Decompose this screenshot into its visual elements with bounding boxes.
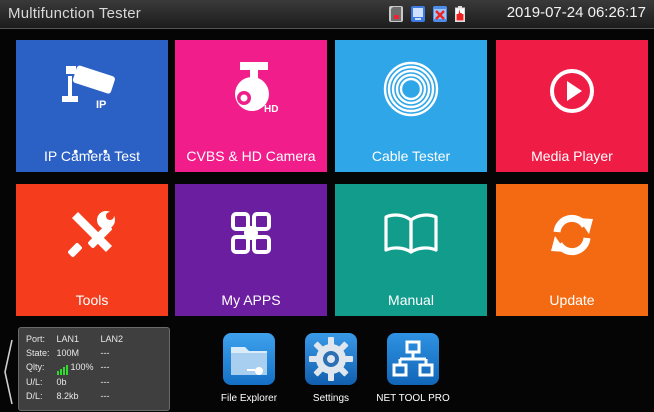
signal-bars-icon [56, 361, 69, 375]
ptz-camera-icon: HD [222, 62, 280, 123]
lan1-value: 100M [56, 348, 80, 358]
network-status-panel: Port: LAN1 LAN2 State: 100M --- Qlty: 10… [18, 327, 170, 411]
file-explorer-button[interactable] [223, 333, 275, 385]
refresh-icon [547, 210, 597, 265]
tile-my-apps[interactable]: My APPS [175, 184, 327, 316]
folder-icon [231, 347, 267, 375]
net-tool-pro-button[interactable] [387, 333, 439, 385]
tile-update[interactable]: Update [496, 184, 648, 316]
settings-label: Settings [312, 393, 350, 404]
lan1-value: 0b [56, 376, 67, 387]
tools-icon [66, 208, 118, 265]
sd-card-icon [389, 6, 403, 22]
tile-label: CVBS & HD Camera [186, 148, 316, 164]
tile-label: IP Camera Test [44, 148, 140, 164]
app-title: Multifunction Tester [8, 5, 141, 22]
net-tool-pro-label: NET TOOL PRO [376, 393, 450, 404]
svg-text:HD: HD [264, 104, 278, 115]
row-label: State: [26, 348, 50, 358]
battery-icon [455, 6, 465, 22]
row-label: D/L: [26, 390, 43, 401]
apps-icon [229, 210, 273, 261]
tile-label: Media Player [531, 148, 613, 164]
no-network-icon [433, 6, 447, 22]
settings-button[interactable] [305, 333, 357, 385]
ip-camera-icon: IP [62, 64, 122, 121]
lan2-value: --- [100, 390, 110, 401]
tile-tools[interactable]: Tools [16, 184, 168, 316]
tile-cvbs-hd-camera[interactable]: HD CVBS & HD Camera [175, 40, 327, 172]
network-status-table: Port: LAN1 LAN2 State: 100M --- Qlty: 10… [23, 332, 127, 403]
row-label: U/L: [26, 376, 43, 387]
lan1-value: 8.2kb [56, 390, 79, 401]
network-topology-icon [392, 340, 434, 377]
port-label: Port: [26, 334, 46, 344]
row-label: Qlty: [26, 362, 45, 373]
clock: 2019-07-24 06:26:17 [506, 4, 646, 21]
table-row: Port: LAN1 LAN2 [23, 332, 127, 346]
file-explorer-label: File Explorer [220, 393, 278, 404]
panel-collapse-handle[interactable] [2, 338, 14, 406]
lan1-value: 100% [70, 362, 94, 372]
cable-coil-icon [382, 60, 440, 123]
svg-text:IP: IP [96, 99, 106, 111]
tile-label: Update [549, 292, 595, 308]
tile-label: Manual [388, 292, 434, 308]
table-row: State: 100M --- [23, 346, 127, 360]
book-icon [383, 212, 439, 259]
table-row: Qlty: 100% --- [23, 360, 127, 375]
lan1-header: LAN1 [56, 334, 80, 344]
tile-label: Tools [75, 292, 109, 308]
lan1-quality: 100% [54, 360, 98, 375]
tile-media-player[interactable]: Media Player [496, 40, 648, 172]
lan2-header: LAN2 [100, 334, 124, 344]
lan2-value: --- [100, 376, 110, 387]
tile-cable-tester[interactable]: Cable Tester [335, 40, 487, 172]
title-bar: Multifunction Tester 2019-07-24 06:26:17 [0, 0, 654, 29]
table-row: D/L: 8.2kb --- [23, 389, 127, 403]
tile-label: Cable Tester [371, 148, 451, 164]
usb-icon [411, 6, 425, 22]
status-icons [389, 5, 465, 23]
tile-manual[interactable]: Manual [335, 184, 487, 316]
tile-label: My APPS [221, 292, 281, 308]
play-icon [549, 68, 595, 119]
gear-icon [309, 337, 353, 381]
tile-ip-camera-test[interactable]: IP • • • IP Camera Test [16, 40, 168, 172]
table-row: U/L: 0b --- [23, 375, 127, 389]
lan2-value: --- [100, 362, 110, 373]
lan2-value: --- [100, 348, 110, 358]
